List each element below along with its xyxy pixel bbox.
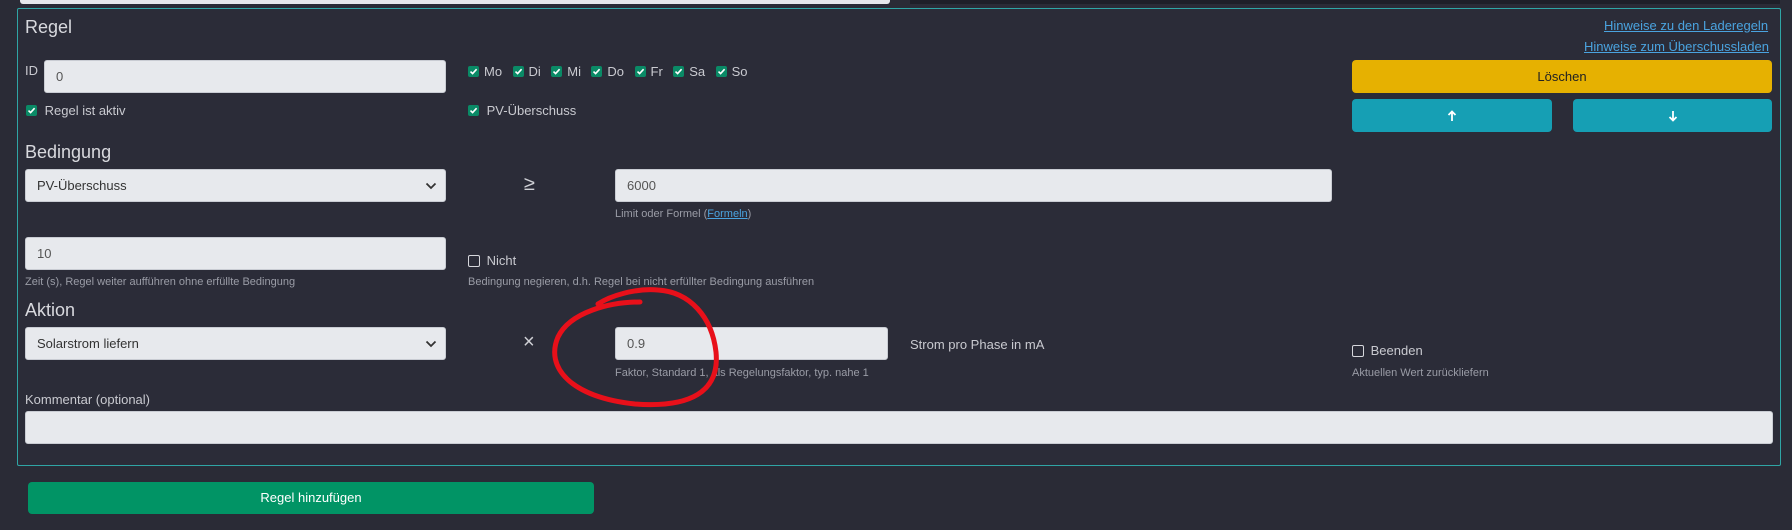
end-help: Aktuellen Wert zurückliefern — [1352, 367, 1489, 379]
end-label: Beenden — [1370, 343, 1423, 358]
comment-label: Kommentar (optional) — [25, 392, 150, 407]
move-down-button[interactable] — [1573, 99, 1772, 132]
action-title: Aktion — [25, 300, 76, 320]
checkbox-unchecked-icon — [468, 255, 480, 267]
day-label: Mo — [484, 64, 503, 79]
top-bar-right — [910, 0, 1780, 4]
arrow-up-icon — [1447, 110, 1457, 121]
day-checkbox-mo[interactable]: Mo — [468, 64, 502, 79]
day-checkbox-mi[interactable]: Mi — [551, 64, 581, 79]
condition-title: Bedingung — [25, 142, 112, 162]
chevron-down-icon — [425, 182, 437, 190]
limit-input[interactable]: 6000 — [615, 169, 1332, 202]
negate-checkbox[interactable]: Nicht — [468, 253, 516, 268]
day-label: Di — [528, 64, 541, 79]
comment-input[interactable] — [25, 411, 1773, 444]
action-operator: × — [523, 331, 535, 353]
annotation-circle — [552, 287, 719, 408]
day-checkbox-do[interactable]: Do — [591, 64, 624, 79]
day-checkbox-fr[interactable]: Fr — [634, 64, 663, 79]
negate-label: Nicht — [486, 253, 517, 268]
checkbox-checked-icon — [634, 66, 646, 77]
formeln-link[interactable]: Formeln — [707, 208, 747, 220]
unit-label: Strom pro Phase in mA — [910, 337, 1045, 352]
limit-help: Limit oder Formel (Formeln) — [615, 208, 751, 220]
condition-select-value: PV-Überschuss — [37, 178, 127, 193]
day-checkbox-so[interactable]: So — [715, 64, 748, 79]
day-label: Mi — [567, 64, 581, 79]
condition-select[interactable]: PV-Überschuss — [25, 169, 446, 202]
rule-title: Regel — [25, 17, 73, 37]
rule-active-checkbox[interactable]: Regel ist aktiv — [26, 103, 126, 118]
action-select-value: Solarstrom liefern — [37, 336, 139, 351]
checkbox-checked-icon — [468, 66, 479, 77]
pv-surplus-checkbox[interactable]: PV-Überschuss — [468, 103, 576, 118]
checkbox-checked-icon — [715, 66, 727, 77]
day-checkbox-sa[interactable]: Sa — [673, 64, 705, 79]
checkbox-unchecked-icon — [1352, 345, 1364, 357]
add-rule-button[interactable]: Regel hinzufügen — [28, 482, 594, 514]
day-label: Do — [607, 64, 625, 79]
checkbox-checked-icon — [26, 105, 37, 116]
day-label: Fr — [650, 64, 663, 79]
rule-active-label: Regel ist aktiv — [44, 103, 126, 118]
top-input-edge — [20, 0, 890, 4]
id-input[interactable]: 0 — [44, 60, 446, 93]
checkbox-checked-icon — [591, 66, 603, 77]
pv-surplus-label: PV-Überschuss — [486, 103, 577, 118]
time-help: Zeit (s), Regel weiter aufführen ohne er… — [25, 276, 296, 288]
day-checkbox-di[interactable]: Di — [512, 64, 541, 79]
limit-help-prefix: Limit oder Formel ( — [615, 208, 708, 220]
checkbox-checked-icon — [512, 66, 524, 77]
id-label: ID — [25, 63, 38, 78]
end-checkbox[interactable]: Beenden — [1352, 343, 1423, 358]
link-ueberschussladen[interactable]: Hinweise zum Überschussladen — [1584, 39, 1769, 54]
condition-operator: ≥ — [524, 173, 535, 195]
checkbox-checked-icon — [551, 66, 563, 77]
time-input[interactable]: 10 — [25, 237, 446, 270]
limit-help-suffix: ) — [747, 208, 752, 220]
action-select[interactable]: Solarstrom liefern — [25, 327, 446, 360]
checkbox-checked-icon — [673, 66, 685, 77]
checkbox-checked-icon — [468, 105, 479, 116]
day-label: So — [731, 64, 748, 79]
link-laderegeln[interactable]: Hinweise zu den Laderegeln — [1604, 18, 1768, 33]
move-up-button[interactable] — [1352, 99, 1552, 132]
delete-button[interactable]: Löschen — [1352, 60, 1772, 93]
day-label: Sa — [689, 64, 706, 79]
chevron-down-icon — [425, 340, 437, 348]
weekday-checkboxes: Mo Di Mi Do Fr Sa So — [468, 63, 754, 81]
arrow-down-icon — [1668, 111, 1677, 122]
